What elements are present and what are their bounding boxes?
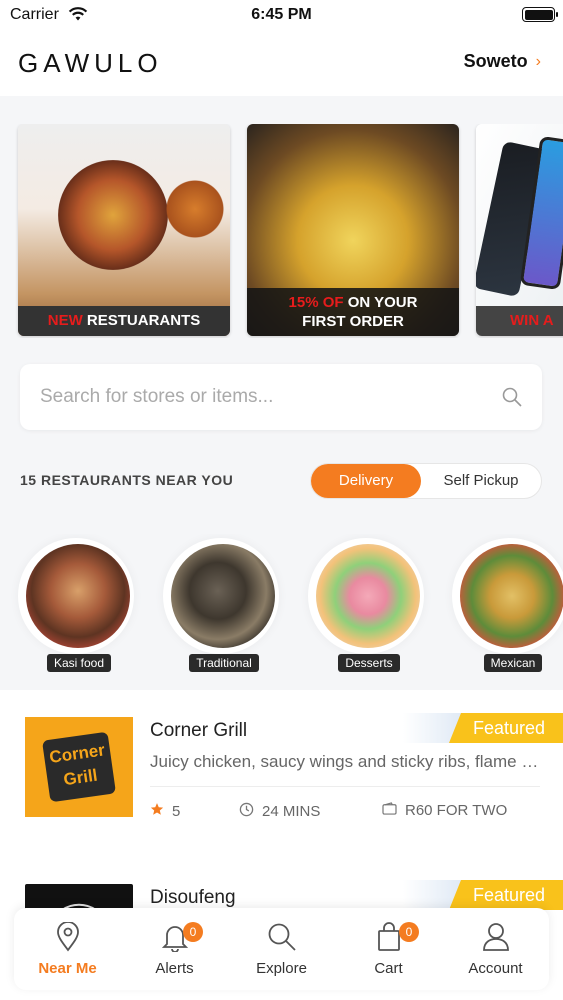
category-label: Desserts [338, 654, 400, 672]
category-traditional[interactable]: Traditional [157, 534, 279, 674]
banner-text-line2: FIRST ORDER [302, 313, 404, 330]
nav-cart[interactable]: 0 Cart [335, 908, 442, 990]
promo-banner-new-restaurants[interactable]: NEW RESTUARANTS [18, 124, 230, 336]
battery-icon [522, 7, 558, 22]
nav-explore[interactable]: Explore [228, 908, 335, 990]
app-logo: GAWULO [18, 48, 163, 78]
banner-text: RESTUARANTS [86, 312, 201, 329]
price-for-two: R60 FOR TWO [382, 802, 507, 819]
category-image [316, 544, 420, 648]
category-image [26, 544, 130, 648]
self-pickup-option[interactable]: Self Pickup [421, 464, 541, 498]
nav-label: Alerts [155, 960, 194, 977]
nav-label: Near Me [38, 960, 97, 977]
restaurant-logo-text: Corner Grill [42, 731, 116, 803]
promo-carousel[interactable]: NEW RESTUARANTS 15% OF ON YOUR FIRST ORD… [0, 124, 563, 338]
divider [150, 786, 540, 787]
clock: 6:45 PM [251, 6, 312, 23]
side-dish-image [162, 176, 228, 242]
location-label: Soweto [463, 51, 528, 71]
featured-badge: Featured [403, 880, 563, 910]
restaurant-card[interactable]: Corner Grill Corner Grill Featured Juicy… [0, 690, 563, 862]
featured-badge: Featured [403, 713, 563, 743]
search-icon[interactable] [502, 387, 522, 412]
status-bar: Carrier 6:45 PM [0, 0, 563, 30]
delivery-option[interactable]: Delivery [311, 464, 421, 498]
user-icon [482, 922, 510, 957]
bottom-nav: Near Me 0 Alerts Explore 0 Cart Account [14, 908, 549, 990]
restaurants-count: 15 RESTAURANTS NEAR YOU [20, 472, 234, 488]
banner-highlight: WIN A [510, 312, 554, 329]
location-pin-icon [56, 921, 80, 957]
wallet-icon [382, 802, 397, 819]
category-desserts[interactable]: Desserts [302, 534, 424, 674]
banner-highlight: 15% OF [288, 294, 344, 311]
banner-text: ON YOUR [347, 294, 418, 311]
restaurant-name: Corner Grill [150, 720, 248, 741]
search-bar[interactable] [20, 364, 542, 430]
promo-banner-first-order[interactable]: 15% OF ON YOUR FIRST ORDER [247, 124, 459, 336]
restaurant-logo: Corner Grill [25, 717, 133, 817]
cart-badge: 0 [399, 922, 419, 942]
clock-icon [239, 802, 254, 821]
app-header: GAWULO Soweto › [0, 30, 563, 96]
promo-banner-win[interactable]: WIN A [476, 124, 563, 336]
category-list[interactable]: Kasi food Traditional Desserts Mexican [0, 534, 563, 674]
alerts-badge: 0 [183, 922, 203, 942]
nav-near-me[interactable]: Near Me [14, 908, 121, 990]
category-label: Mexican [483, 654, 543, 672]
location-selector[interactable]: Soweto › [464, 51, 541, 72]
burger-image [58, 160, 168, 270]
chevron-right-icon: › [535, 52, 541, 70]
category-label: Traditional [189, 654, 259, 672]
category-image [171, 544, 275, 648]
delivery-time: 24 MINS [239, 802, 320, 821]
banner-highlight: NEW [47, 312, 83, 329]
category-kasi-food[interactable]: Kasi food [12, 534, 134, 674]
restaurant-description: Juicy chicken, saucy wings and sticky ri… [150, 752, 540, 771]
nav-account[interactable]: Account [442, 908, 549, 990]
delivery-mode-toggle[interactable]: Delivery Self Pickup [310, 463, 542, 499]
star-icon [150, 802, 164, 820]
restaurant-rating: 5 [150, 802, 180, 820]
category-label: Kasi food [46, 654, 112, 672]
restaurant-name: Disoufeng [150, 887, 236, 908]
cart-icon [376, 922, 402, 957]
search-icon [267, 922, 297, 957]
nav-label: Explore [256, 960, 307, 977]
search-input[interactable] [40, 382, 480, 412]
category-image [460, 544, 563, 648]
category-mexican[interactable]: Mexican [446, 534, 563, 674]
nav-label: Cart [374, 960, 403, 977]
nav-label: Account [468, 960, 523, 977]
nav-alerts[interactable]: 0 Alerts [121, 908, 228, 990]
